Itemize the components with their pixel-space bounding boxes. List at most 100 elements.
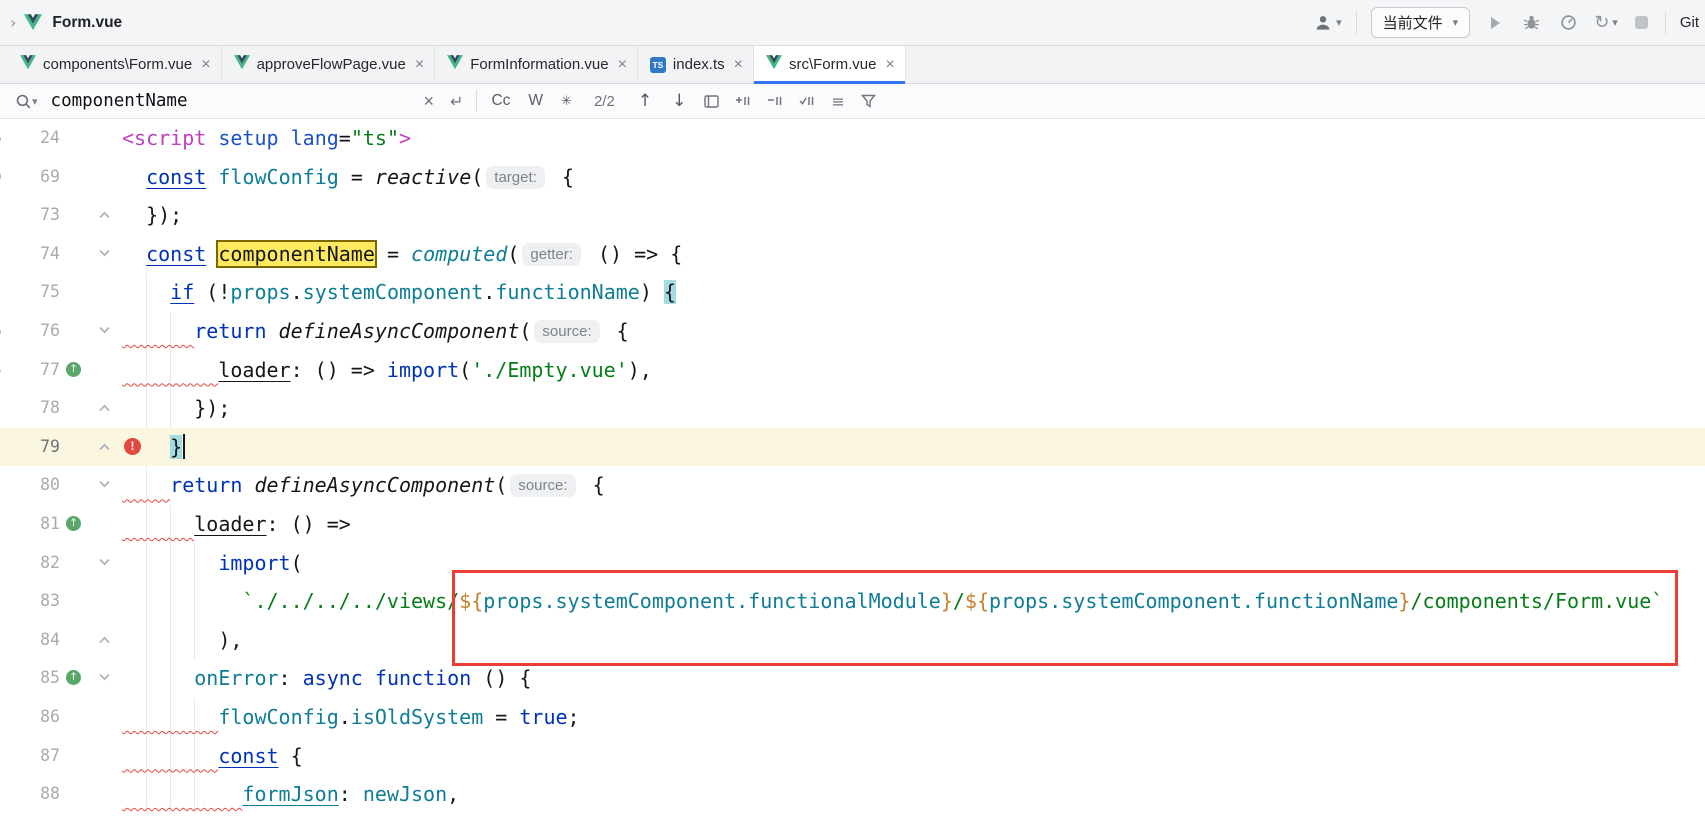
code-text[interactable]: loader: () => <box>122 505 351 544</box>
line-number[interactable]: 76 <box>0 312 60 351</box>
line-number[interactable]: 85 <box>0 659 60 698</box>
next-match-button[interactable]: ↓ <box>667 91 691 111</box>
code-text[interactable]: if (!props.systemComponent.functionName)… <box>122 273 676 312</box>
open-results-icon[interactable] <box>701 95 722 108</box>
code-line[interactable]: 969 const flowConfig = reactive(target: … <box>0 158 1705 197</box>
line-number[interactable]: 80 <box>0 466 60 505</box>
previous-match-button[interactable]: ↑ <box>633 91 657 111</box>
gutter-override-icon[interactable]: ↑ <box>66 362 81 377</box>
code-token: functionName <box>495 280 640 304</box>
tab-5[interactable]: src\Form.vue× <box>754 46 906 83</box>
line-number[interactable]: 74 <box>0 235 60 274</box>
view-options-icon[interactable]: ≡ <box>828 92 847 111</box>
collaboration-button[interactable]: ▾ <box>1313 13 1342 33</box>
search-input[interactable] <box>51 91 411 111</box>
code-text[interactable]: }); <box>122 389 230 428</box>
fold-down-icon[interactable] <box>98 480 111 489</box>
fold-up-icon[interactable] <box>98 635 111 644</box>
code-token: const <box>146 242 206 266</box>
run-button[interactable] <box>1484 15 1506 31</box>
run-config-selector[interactable]: 当前文件 ▾ <box>1371 7 1471 38</box>
code-text[interactable]: <script setup lang="ts"> <box>122 119 411 158</box>
match-case-toggle[interactable]: Cc <box>487 90 514 112</box>
tab-2[interactable]: approveFlowPage.vue× <box>222 46 436 83</box>
chevron-right-icon[interactable]: › <box>10 13 16 32</box>
code-line[interactable]: 73 }); <box>0 196 1705 235</box>
gutter-override-icon[interactable]: ↑ <box>66 670 81 685</box>
line-number[interactable]: 81 <box>0 505 60 544</box>
add-selection-icon[interactable] <box>732 94 754 108</box>
editor[interactable]: 624 <script setup lang="ts">969 const flo… <box>0 119 1705 817</box>
code-text[interactable]: return defineAsyncComponent(source: { <box>122 312 629 351</box>
tab-1[interactable]: components\Form.vue× <box>8 46 222 83</box>
code-line[interactable]: 78 }); <box>0 389 1705 428</box>
code-line[interactable]: 87 const { <box>0 737 1705 776</box>
whole-words-toggle[interactable]: W <box>524 90 547 112</box>
profiler-button[interactable] <box>1557 14 1580 31</box>
line-number[interactable]: 75 <box>0 273 60 312</box>
code-line[interactable]: 81 ↑ loader: () => <box>0 505 1705 544</box>
close-icon[interactable]: × <box>885 56 894 74</box>
code-text[interactable]: ), <box>122 621 242 660</box>
filter-icon[interactable] <box>858 94 879 108</box>
code-text[interactable]: }); <box>122 196 182 235</box>
fold-down-icon[interactable] <box>98 673 111 682</box>
close-icon[interactable]: × <box>201 56 210 74</box>
line-number[interactable]: 86 <box>0 698 60 737</box>
code-text[interactable]: const componentName = computed(getter: (… <box>122 235 682 274</box>
code-line[interactable]: 80 return defineAsyncComponent(source: { <box>0 466 1705 505</box>
line-number[interactable]: 24 <box>0 119 60 158</box>
code-text[interactable]: import( <box>122 544 303 583</box>
gutter-override-icon[interactable]: ↑ <box>66 516 81 531</box>
code-line[interactable]: 676 return defineAsyncComponent(source: … <box>0 312 1705 351</box>
rerun-button[interactable]: ↻ ▾ <box>1594 12 1618 33</box>
tab-3[interactable]: FormInformation.vue× <box>435 46 638 83</box>
code-text[interactable]: const { <box>122 737 303 776</box>
stop-button[interactable] <box>1632 16 1651 29</box>
line-number[interactable]: 69 <box>0 158 60 197</box>
remove-selection-icon[interactable] <box>764 94 786 108</box>
code-token <box>206 126 218 150</box>
code-text[interactable]: return defineAsyncComponent(source: { <box>122 466 605 505</box>
newline-icon[interactable]: ↵ <box>447 92 466 111</box>
code-token: defineAsyncComponent <box>279 319 520 343</box>
close-icon[interactable]: × <box>618 56 627 74</box>
line-number[interactable]: 88 <box>0 775 60 814</box>
clear-search-icon[interactable]: × <box>421 91 438 112</box>
code-text[interactable]: flowConfig.isOldSystem = true; <box>122 698 580 737</box>
line-number[interactable]: 87 <box>0 737 60 776</box>
code-line[interactable]: 577↑ loader: () => import('./Empty.vue')… <box>0 351 1705 390</box>
code-line[interactable]: 74 const componentName = computed(getter… <box>0 235 1705 274</box>
line-number[interactable]: 78 <box>0 389 60 428</box>
code-text[interactable]: loader: () => import('./Empty.vue'), <box>122 351 652 390</box>
code-text[interactable]: formJson: newJson, <box>122 775 459 814</box>
clipped-line-number: 6 <box>0 119 2 158</box>
line-number[interactable]: 79 <box>0 428 60 467</box>
fold-up-icon[interactable] <box>98 403 111 412</box>
git-widget[interactable]: Git <box>1680 14 1699 31</box>
select-all-occurrences-icon[interactable] <box>796 94 818 108</box>
code-line[interactable]: 79! } <box>0 428 1705 467</box>
close-icon[interactable]: × <box>415 56 424 74</box>
fold-down-icon[interactable] <box>98 326 111 335</box>
fold-down-icon[interactable] <box>98 249 111 258</box>
debug-button[interactable] <box>1520 14 1543 31</box>
code-line[interactable]: 86 flowConfig.isOldSystem = true; <box>0 698 1705 737</box>
fold-down-icon[interactable] <box>98 558 111 567</box>
tab-4[interactable]: TSindex.ts× <box>638 46 754 83</box>
line-number[interactable]: 82 <box>0 544 60 583</box>
line-number[interactable]: 77 <box>0 351 60 390</box>
regex-toggle[interactable]: ✳ <box>557 92 576 111</box>
line-number[interactable]: 84 <box>0 621 60 660</box>
line-number[interactable]: 73 <box>0 196 60 235</box>
code-line[interactable]: 624 <script setup lang="ts"> <box>0 119 1705 158</box>
search-icon[interactable]: ▾ <box>12 93 41 110</box>
code-line[interactable]: 75 if (!props.systemComponent.functionNa… <box>0 273 1705 312</box>
line-number[interactable]: 83 <box>0 582 60 621</box>
code-token: { <box>581 473 605 497</box>
fold-up-icon[interactable] <box>98 442 111 451</box>
code-line[interactable]: 88 formJson: newJson, <box>0 775 1705 814</box>
fold-up-icon[interactable] <box>98 210 111 219</box>
code-text[interactable]: const flowConfig = reactive(target: { <box>122 158 574 197</box>
close-icon[interactable]: × <box>734 56 743 74</box>
